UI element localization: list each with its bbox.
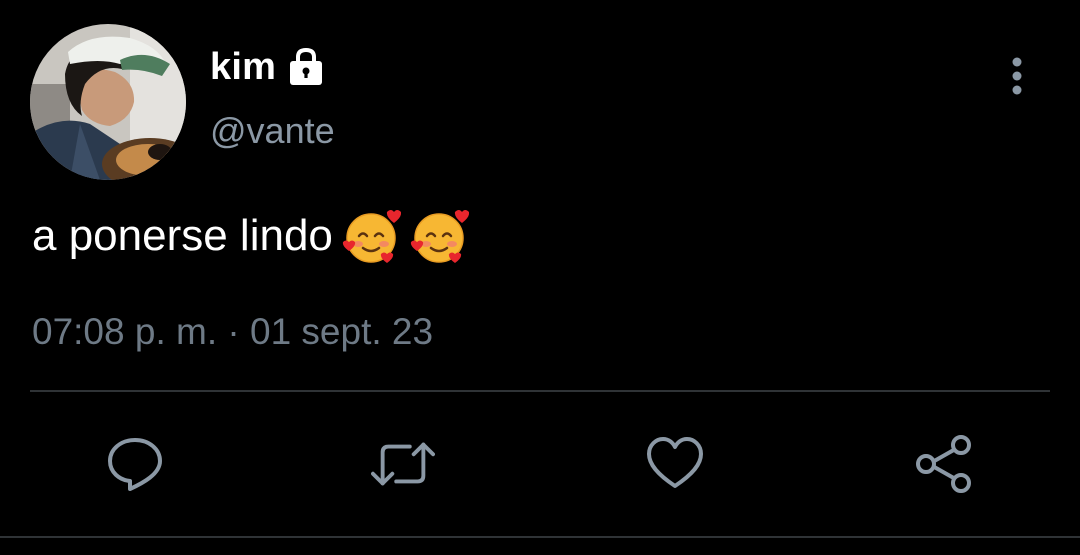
bottom-divider xyxy=(0,536,1080,538)
smiling-face-with-hearts-icon xyxy=(409,206,470,266)
like-button[interactable] xyxy=(643,432,707,496)
reply-button[interactable] xyxy=(103,432,167,496)
avatar-image xyxy=(30,24,186,180)
tweet-text: a ponerse lindo xyxy=(32,206,470,266)
name-row: kim xyxy=(210,44,326,90)
avatar[interactable] xyxy=(30,24,186,180)
tweet-text-content: a ponerse lindo xyxy=(32,211,333,260)
share-button[interactable] xyxy=(912,432,976,496)
display-name[interactable]: kim xyxy=(210,46,276,89)
tweet-date: 01 sept. 23 xyxy=(250,311,434,352)
lock-icon xyxy=(286,47,326,87)
retweet-button[interactable] xyxy=(371,432,435,496)
smiling-face-with-hearts-icon xyxy=(341,206,402,266)
more-options-icon[interactable] xyxy=(1000,54,1034,98)
divider xyxy=(30,390,1050,392)
reply-icon xyxy=(108,438,162,491)
heart-icon xyxy=(647,437,703,488)
user-handle[interactable]: @vante xyxy=(210,110,335,152)
tweet-time: 07:08 p. m. xyxy=(32,311,218,352)
tweet-timestamp[interactable]: 07:08 p. m. · 01 sept. 23 xyxy=(32,311,433,353)
share-icon xyxy=(916,435,971,493)
retweet-icon xyxy=(371,442,435,486)
meta-separator: · xyxy=(227,311,240,352)
